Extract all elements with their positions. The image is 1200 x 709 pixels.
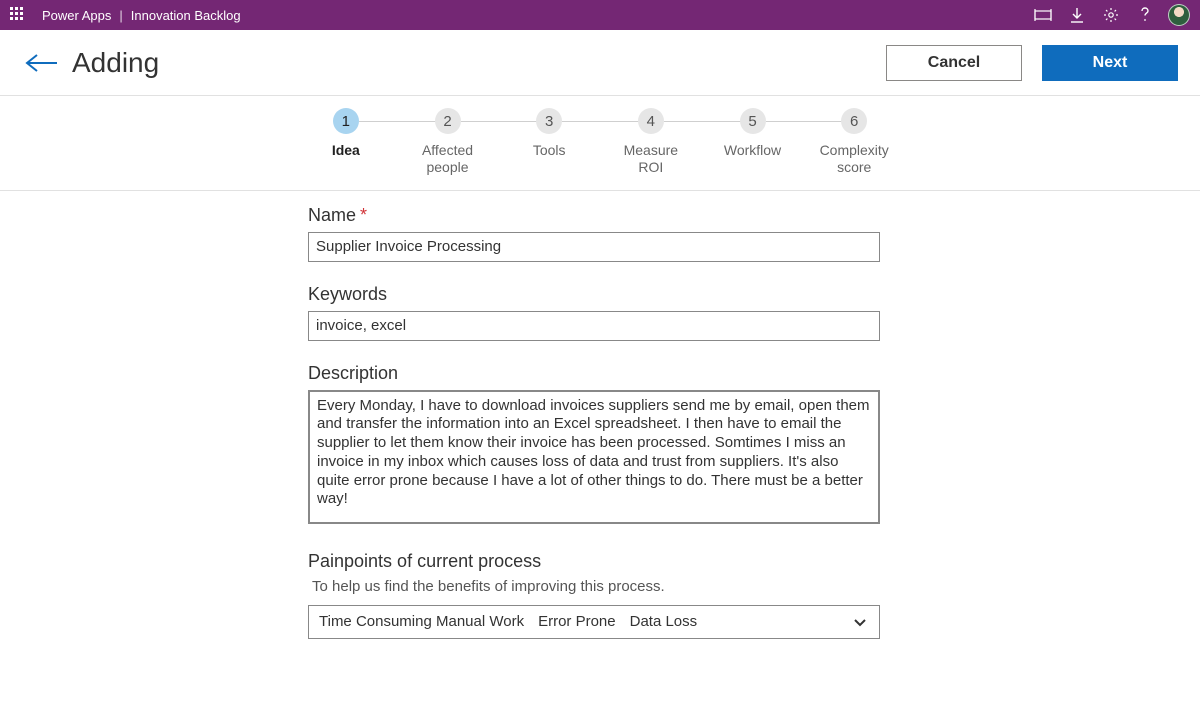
step-6[interactable]: 6 Complexityscore xyxy=(803,108,905,176)
step-2[interactable]: 2 Affectedpeople xyxy=(397,108,499,176)
idea-form: Name* Keywords Description Painpoints of… xyxy=(308,205,880,639)
painpoints-help: To help us find the benefits of improvin… xyxy=(312,578,880,595)
painpoint-value: Time Consuming Manual Work xyxy=(319,613,524,630)
step-5[interactable]: 5 Workflow xyxy=(702,108,804,176)
topbar: Power Apps | Innovation Backlog xyxy=(0,0,1200,30)
description-label: Description xyxy=(308,363,880,384)
painpoints-dropdown[interactable]: Time Consuming Manual Work Error Prone Dat… xyxy=(308,605,880,639)
step-number: 4 xyxy=(638,108,664,134)
download-icon[interactable] xyxy=(1060,0,1094,30)
settings-icon[interactable] xyxy=(1094,0,1128,30)
keywords-field: Keywords xyxy=(308,284,880,341)
step-1[interactable]: 1 Idea xyxy=(295,108,397,176)
step-number: 6 xyxy=(841,108,867,134)
step-4[interactable]: 4 MeasureROI xyxy=(600,108,702,176)
name-input[interactable] xyxy=(308,232,880,262)
keywords-input[interactable] xyxy=(308,311,880,341)
painpoints-field: Painpoints of current process To help us… xyxy=(308,551,880,639)
step-3[interactable]: 3 Tools xyxy=(498,108,600,176)
step-label: Workflow xyxy=(702,142,804,159)
step-label: MeasureROI xyxy=(600,142,702,176)
description-input[interactable] xyxy=(308,390,880,524)
back-button[interactable] xyxy=(22,43,62,83)
step-label: Idea xyxy=(295,142,397,159)
product-name: Power Apps xyxy=(42,8,111,23)
step-label: Affectedpeople xyxy=(397,142,499,176)
name-field: Name* xyxy=(308,205,880,262)
app-name: Innovation Backlog xyxy=(131,8,241,23)
keywords-label: Keywords xyxy=(308,284,880,305)
step-number: 1 xyxy=(333,108,359,134)
step-label: Complexityscore xyxy=(803,142,905,176)
painpoint-value: Data Loss xyxy=(630,613,698,630)
step-label: Tools xyxy=(498,142,600,159)
fit-to-screen-icon[interactable] xyxy=(1026,0,1060,30)
help-icon[interactable] xyxy=(1128,0,1162,30)
page-title: Adding xyxy=(72,47,159,79)
painpoints-label: Painpoints of current process xyxy=(308,551,880,572)
stepper: 1 Idea 2 Affectedpeople 3 Tools 4 MeasureROI 5 Wo… xyxy=(0,96,1200,176)
step-number: 5 xyxy=(740,108,766,134)
step-number: 3 xyxy=(536,108,562,134)
next-button[interactable]: Next xyxy=(1042,45,1178,81)
chevron-down-icon xyxy=(851,613,869,631)
title-separator: | xyxy=(119,8,122,23)
step-number: 2 xyxy=(435,108,461,134)
user-avatar[interactable] xyxy=(1168,4,1190,26)
name-label: Name* xyxy=(308,205,880,226)
description-field: Description xyxy=(308,363,880,529)
page-header: Adding Cancel Next xyxy=(0,30,1200,96)
app-launcher-icon[interactable] xyxy=(10,7,26,23)
cancel-button[interactable]: Cancel xyxy=(886,45,1022,81)
painpoint-value: Error Prone xyxy=(538,613,616,630)
